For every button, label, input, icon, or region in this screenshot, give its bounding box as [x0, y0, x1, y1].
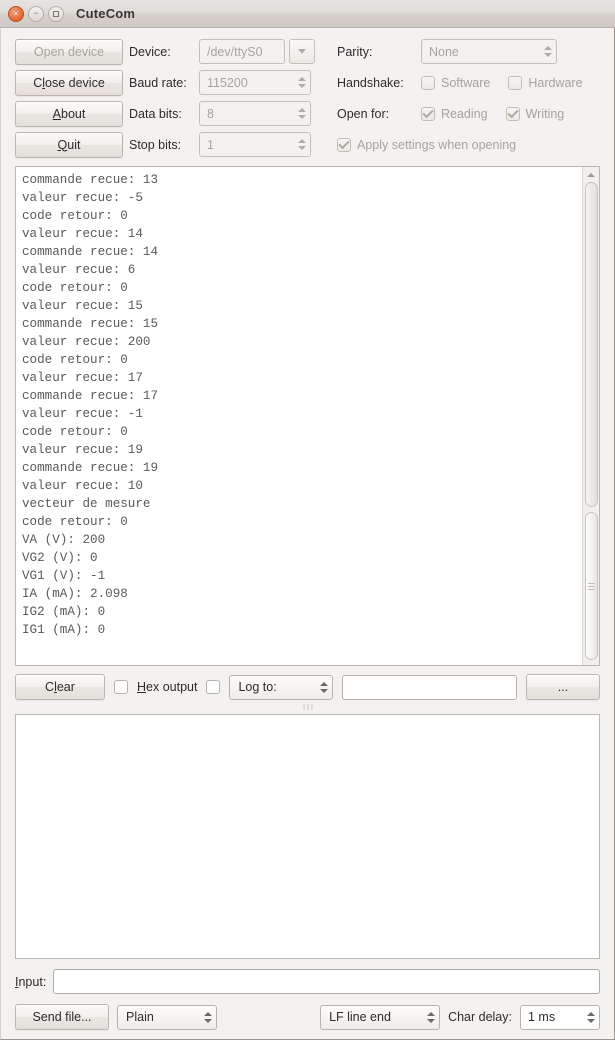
open-for-writing-label: Writing: [525, 106, 565, 121]
scrollbar-thumb-upper[interactable]: [584, 182, 598, 507]
terminal-output-text[interactable]: commande recue: 13 valeur recue: -5 code…: [16, 167, 582, 665]
handshake-software-checkbox[interactable]: [421, 75, 435, 90]
open-for-options: Reading Writing: [421, 106, 600, 121]
connection-settings: Open device Device: /dev/ttyS0 Parity: N…: [7, 36, 608, 162]
spinner-arrows-icon[interactable]: [294, 71, 310, 94]
protocol-value: Plain: [126, 1010, 154, 1024]
protocol-select[interactable]: Plain: [117, 1004, 217, 1030]
input-label: Input:: [15, 974, 47, 989]
device-combo[interactable]: /dev/ttyS0: [199, 39, 331, 64]
chevron-down-icon[interactable]: [289, 39, 315, 64]
open-for-reading-checkbox[interactable]: [421, 106, 435, 121]
input-field[interactable]: [53, 969, 600, 994]
hex-output-checkbox[interactable]: [114, 680, 128, 694]
char-delay-value: 1 ms: [528, 1010, 556, 1024]
handshake-hardware-checkbox[interactable]: [508, 75, 523, 90]
apply-settings-label: Apply settings when opening: [357, 137, 517, 152]
about-button[interactable]: About: [15, 100, 123, 127]
handshake-options: Software Hardware: [421, 75, 600, 90]
baud-rate-label: Baud rate:: [129, 75, 187, 90]
about-label: About: [52, 106, 86, 121]
titlebar: × − CuteCom: [0, 0, 615, 28]
minimize-icon[interactable]: −: [28, 5, 44, 22]
terminal-scrollbar[interactable]: [582, 167, 599, 665]
handshake-software-label: Software: [441, 75, 491, 90]
spinner-arrows-icon[interactable]: [294, 133, 310, 156]
char-delay-spinbox[interactable]: 1 ms: [520, 1004, 600, 1030]
window-title: CuteCom: [76, 6, 136, 21]
open-for-writing-checkbox[interactable]: [505, 106, 520, 121]
handshake-label: Handshake:: [337, 75, 404, 90]
spinner-arrows-icon[interactable]: [316, 676, 332, 699]
data-bits-label: Data bits:: [129, 106, 182, 121]
data-bits-spinbox[interactable]: 8: [199, 101, 311, 126]
spinner-arrows-icon[interactable]: [200, 1006, 216, 1029]
close-device-button[interactable]: Close device: [15, 69, 123, 96]
window-controls: × −: [8, 5, 64, 22]
parity-select[interactable]: None: [421, 39, 557, 64]
send-file-label: Send file...: [32, 1010, 92, 1024]
baud-rate-spinbox[interactable]: 115200: [199, 70, 311, 95]
line-end-select[interactable]: LF line end: [320, 1004, 441, 1030]
bottom-toolbar: Send file... Plain LF line end Char dela…: [7, 994, 608, 1039]
scroll-up-icon[interactable]: [583, 167, 599, 182]
output-toolbar: Clear Hex output Log to: ...: [7, 666, 608, 700]
clear-button[interactable]: Clear: [15, 674, 105, 700]
apply-settings-checkbox[interactable]: [337, 137, 351, 152]
scrollbar-thumb[interactable]: [584, 512, 598, 660]
input-row: Input:: [7, 959, 608, 994]
app-window: Open device Device: /dev/ttyS0 Parity: N…: [0, 28, 615, 1040]
line-end-value: LF line end: [329, 1010, 391, 1024]
apply-settings-row: Apply settings when opening: [337, 137, 600, 152]
quit-label: Quit: [57, 137, 81, 152]
stop-bits-value: 1: [207, 137, 214, 152]
char-delay-label: Char delay:: [448, 1010, 512, 1024]
close-icon[interactable]: ×: [8, 5, 24, 22]
baud-rate-value: 115200: [207, 75, 248, 90]
close-device-label: Close device: [33, 75, 105, 90]
open-for-label: Open for:: [337, 106, 390, 121]
sent-data-panel[interactable]: [15, 714, 600, 959]
log-enable-checkbox[interactable]: [206, 680, 221, 694]
maximize-icon[interactable]: [48, 5, 64, 22]
data-bits-value: 8: [207, 106, 214, 121]
browse-button[interactable]: ...: [526, 674, 600, 700]
browse-label: ...: [557, 680, 569, 694]
scrollbar-track[interactable]: [584, 182, 598, 660]
handshake-hardware-label: Hardware: [528, 75, 583, 90]
open-for-reading-label: Reading: [441, 106, 488, 121]
log-path-input[interactable]: [342, 674, 517, 700]
open-device-label: Open device: [33, 44, 105, 59]
grip-icon: [587, 582, 595, 590]
terminal-output-panel: commande recue: 13 valeur recue: -5 code…: [15, 166, 600, 666]
open-device-button[interactable]: Open device: [15, 38, 123, 65]
panel-splitter[interactable]: [7, 700, 608, 714]
clear-label: Clear: [45, 680, 75, 694]
parity-value: None: [429, 44, 459, 59]
spinner-arrows-icon[interactable]: [423, 1006, 439, 1029]
quit-button[interactable]: Quit: [15, 131, 123, 158]
stop-bits-spinbox[interactable]: 1: [199, 132, 311, 157]
hex-output-label: Hex output: [137, 680, 198, 694]
log-to-select[interactable]: Log to:: [229, 674, 334, 700]
spinner-arrows-icon[interactable]: [583, 1006, 599, 1029]
log-to-label: Log to:: [238, 680, 277, 694]
spinner-arrows-icon[interactable]: [540, 40, 556, 63]
spinner-arrows-icon[interactable]: [294, 102, 310, 125]
device-value[interactable]: /dev/ttyS0: [199, 39, 285, 64]
send-file-button[interactable]: Send file...: [15, 1004, 109, 1030]
parity-label: Parity:: [337, 44, 373, 59]
stop-bits-label: Stop bits:: [129, 137, 182, 152]
device-label: Device:: [129, 44, 171, 59]
